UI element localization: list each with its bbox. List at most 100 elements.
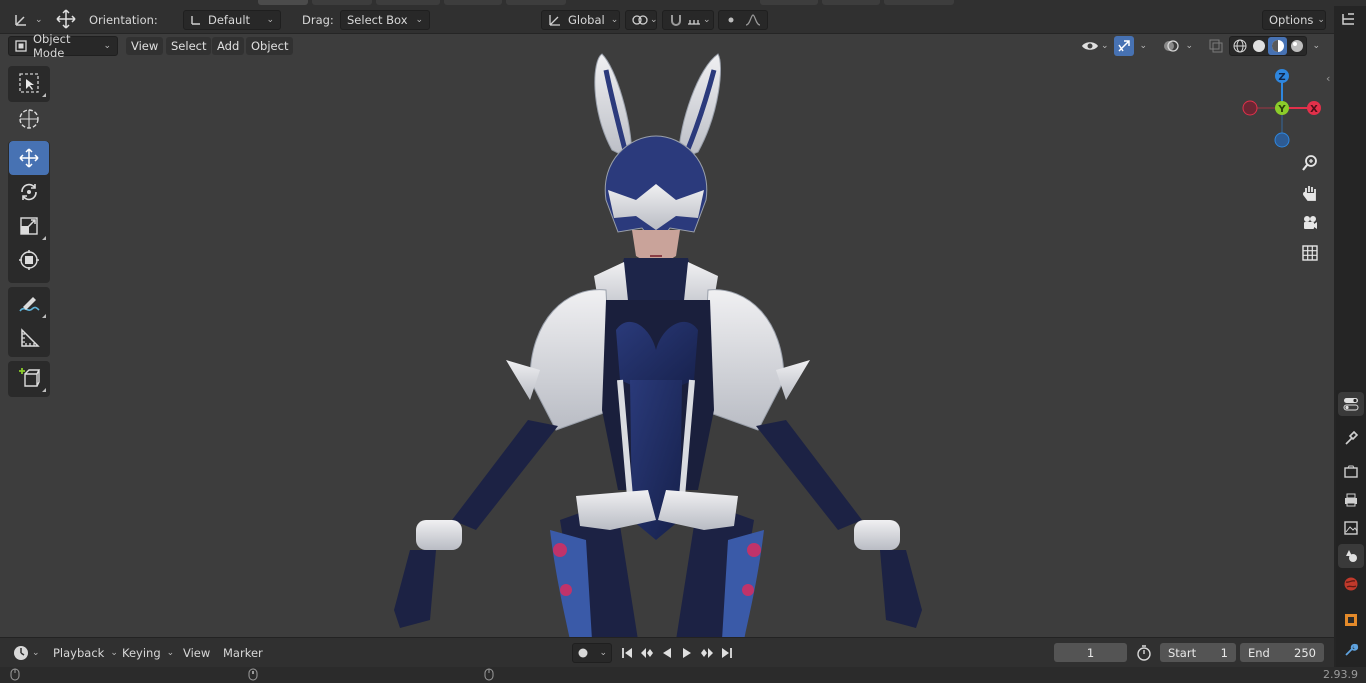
workspace-tab[interactable] — [760, 0, 818, 5]
annotate-tool[interactable] — [9, 287, 49, 321]
proportional-editing-toggle[interactable] — [718, 10, 768, 30]
camera-view-button[interactable] — [1297, 210, 1323, 236]
output-tab[interactable] — [1338, 488, 1364, 512]
chevron-down-icon: ⌄ — [415, 15, 423, 25]
transform-orientation-dropdown[interactable]: Global ⌄ — [541, 10, 620, 30]
chevron-down-icon: ⌄ — [703, 15, 711, 25]
keying-menu[interactable]: Keying ⌄ — [117, 643, 175, 663]
scale-tool[interactable] — [9, 209, 49, 243]
orientation-dropdown[interactable]: Default ⌄ — [183, 10, 281, 30]
tool-submenu-indicator — [42, 93, 46, 97]
visibility-dropdown[interactable]: ⌄ — [1076, 36, 1110, 56]
select-box-tool[interactable] — [9, 66, 49, 100]
skip-start-icon — [621, 647, 633, 659]
cursor-tool[interactable] — [9, 102, 49, 136]
zoom-button[interactable] — [1297, 150, 1323, 176]
chevron-left-icon[interactable]: ‹ — [1326, 72, 1330, 85]
timeline-editor-type-button[interactable]: ⌄ — [8, 643, 42, 663]
select-box-icon — [18, 72, 40, 94]
workspace-tab[interactable] — [376, 0, 440, 5]
rotate-icon — [18, 181, 40, 203]
snap-toggle[interactable]: ⌄ — [662, 10, 714, 30]
orthographic-toggle-button[interactable] — [1297, 240, 1323, 266]
preview-range-toggle[interactable] — [1134, 643, 1154, 662]
jump-to-end-button[interactable] — [718, 643, 736, 662]
mouse-middle-icon — [248, 668, 258, 683]
gizmo-neg-x-axis[interactable] — [1242, 100, 1258, 116]
scene-shapes-icon — [1343, 548, 1359, 564]
navigation-gizmo[interactable]: Z X Y — [1238, 68, 1326, 150]
play-button[interactable] — [678, 643, 696, 662]
tool-settings-header: ⌄ Orientation: Default ⌄ Drag: Select Bo… — [0, 6, 1334, 34]
tool-tab[interactable] — [1338, 426, 1364, 450]
overlays-dropdown[interactable]: ⌄ — [1158, 36, 1198, 56]
measure-tool[interactable] — [9, 321, 49, 355]
object-tab[interactable] — [1338, 608, 1364, 632]
workspace-tab[interactable] — [884, 0, 954, 5]
jump-to-start-button[interactable] — [618, 643, 636, 662]
timeline-view-menu[interactable]: View — [178, 643, 215, 663]
render-tab[interactable] — [1338, 460, 1364, 484]
workspace-tab[interactable] — [506, 0, 566, 5]
workspace-tab[interactable] — [822, 0, 880, 5]
workspace-tab[interactable] — [444, 0, 502, 5]
material-preview-shading-icon[interactable] — [1268, 37, 1287, 55]
scene-tab[interactable] — [1338, 544, 1364, 568]
pivot-point-dropdown[interactable]: ⌄ — [625, 10, 658, 30]
current-frame-field[interactable]: 1 — [1054, 643, 1127, 662]
playback-menu[interactable]: Playback ⌄ — [48, 643, 118, 663]
chevron-down-icon: ⌄ — [166, 648, 175, 658]
chevron-down-icon: ⌄ — [1101, 41, 1109, 51]
editor-type-button[interactable]: ⌄ — [8, 10, 43, 30]
gizmo-arrow-icon — [1117, 39, 1131, 53]
wireframe-shading-icon[interactable] — [1230, 37, 1249, 55]
transform-tool[interactable] — [9, 243, 49, 277]
tool-submenu-indicator — [42, 236, 46, 240]
character-model[interactable] — [380, 50, 940, 637]
menu-object[interactable]: Object — [246, 37, 294, 55]
magnet-icon — [669, 13, 683, 27]
auto-keying-toggle[interactable]: ⌄ — [572, 643, 612, 663]
3d-viewport[interactable]: Z X Y — [0, 34, 1334, 637]
toolbar-transform-group — [8, 141, 50, 283]
drag-dropdown[interactable]: Select Box ⌄ — [340, 10, 430, 30]
world-tab[interactable] — [1338, 572, 1364, 596]
add-cube-icon — [17, 366, 41, 390]
mouse-right-icon — [484, 668, 494, 683]
chevron-down-icon: ⌄ — [1185, 41, 1193, 51]
jump-to-keyframe-forward-button[interactable] — [698, 643, 716, 662]
mode-dropdown[interactable]: Object Mode ⌄ — [8, 32, 118, 60]
menu-add[interactable]: Add — [212, 37, 245, 55]
xray-toggle[interactable] — [1204, 36, 1224, 56]
menu-view[interactable]: View — [126, 37, 164, 55]
rotate-tool[interactable] — [9, 175, 49, 209]
pan-button[interactable] — [1297, 180, 1323, 206]
add-cube-tool[interactable] — [9, 361, 49, 395]
chevron-down-icon: ⌄ — [599, 648, 607, 658]
outliner-icon[interactable] — [1340, 12, 1358, 31]
move-tool[interactable] — [9, 141, 49, 175]
view-layer-tab[interactable] — [1338, 516, 1364, 540]
jump-to-keyframe-back-button[interactable] — [638, 643, 656, 662]
workspace-tab-active[interactable] — [258, 0, 308, 5]
rendered-shading-icon[interactable] — [1287, 37, 1306, 55]
image-layers-icon — [1343, 520, 1359, 536]
start-value: 1 — [1220, 645, 1228, 660]
solid-shading-icon[interactable] — [1249, 37, 1268, 55]
version-label: 2.93.9 — [1323, 668, 1358, 681]
play-reverse-button[interactable] — [658, 643, 676, 662]
gizmo-neg-z-axis[interactable] — [1274, 132, 1290, 148]
tool-settings-tab[interactable] — [1338, 392, 1364, 416]
workspace-tab[interactable] — [312, 0, 372, 5]
menu-select[interactable]: Select — [166, 37, 212, 55]
end-frame-field[interactable]: End 250 — [1240, 643, 1324, 662]
gizmo-toggle[interactable] — [1114, 36, 1134, 56]
shading-dropdown[interactable]: ⌄ — [1307, 36, 1325, 56]
hand-icon — [1301, 184, 1319, 202]
modifiers-tab[interactable] — [1338, 638, 1364, 662]
options-dropdown[interactable]: Options ⌄ — [1262, 10, 1326, 30]
status-bar: 2.93.9 — [0, 667, 1366, 683]
start-frame-field[interactable]: Start 1 — [1160, 643, 1236, 662]
gizmo-dropdown[interactable]: ⌄ — [1134, 36, 1152, 56]
marker-menu[interactable]: Marker — [218, 643, 268, 663]
